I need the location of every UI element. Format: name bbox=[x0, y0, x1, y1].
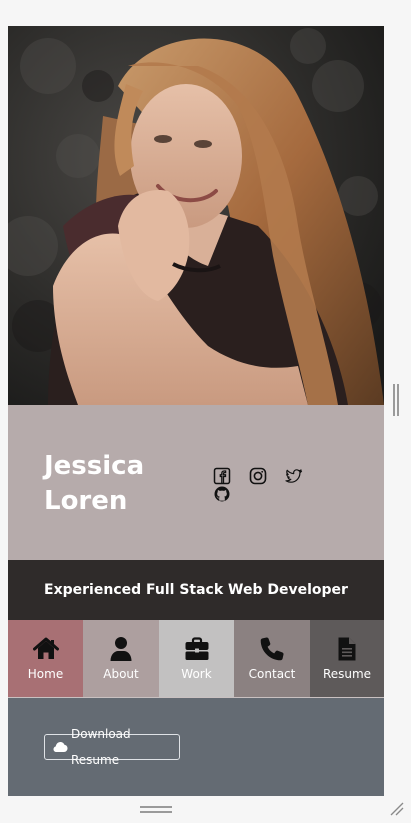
github-icon bbox=[214, 486, 230, 502]
facebook-icon bbox=[213, 467, 231, 485]
nav-item-about[interactable]: About bbox=[83, 620, 159, 697]
scrollbar-grip[interactable] bbox=[393, 384, 399, 416]
download-resume-button[interactable]: Download Resume bbox=[44, 727, 180, 767]
resume-section: Download Resume bbox=[8, 698, 384, 796]
first-name: Jessica bbox=[44, 451, 145, 481]
main-nav: Home About Work Contact Resume bbox=[8, 620, 384, 698]
resize-corner-icon[interactable] bbox=[388, 800, 404, 816]
instagram-icon bbox=[249, 467, 267, 485]
nav-label-home: Home bbox=[27, 667, 64, 681]
headline-text: Experienced Full Stack Web Developer bbox=[44, 582, 348, 598]
page-viewport: Jessica Loren Experienced Full Stack Web… bbox=[8, 26, 384, 796]
bottom-bar bbox=[0, 796, 411, 823]
nav-label-work: Work bbox=[181, 667, 212, 681]
download-resume-label: Download Resume bbox=[71, 727, 131, 767]
instagram-link[interactable] bbox=[249, 467, 267, 485]
home-icon bbox=[32, 636, 59, 662]
nav-item-work[interactable]: Work bbox=[159, 620, 234, 697]
facebook-link[interactable] bbox=[213, 467, 231, 485]
nav-label-contact: Contact bbox=[248, 667, 296, 681]
phone-icon bbox=[259, 636, 285, 662]
nav-item-resume[interactable]: Resume bbox=[310, 620, 384, 697]
document-icon bbox=[334, 636, 360, 662]
nav-item-home[interactable]: Home bbox=[8, 620, 83, 697]
twitter-icon bbox=[285, 469, 303, 483]
top-strip bbox=[0, 0, 411, 26]
nav-label-resume: Resume bbox=[322, 667, 372, 681]
profile-name: Jessica Loren bbox=[44, 449, 194, 519]
user-icon bbox=[108, 636, 134, 662]
cloud-icon bbox=[53, 741, 68, 753]
twitter-link[interactable] bbox=[285, 467, 303, 485]
profile-photo bbox=[8, 26, 384, 405]
browser-frame: Jessica Loren Experienced Full Stack Web… bbox=[0, 0, 411, 823]
nav-label-about: About bbox=[103, 667, 139, 681]
bottom-resize-grip[interactable] bbox=[140, 806, 172, 814]
name-panel: Jessica Loren bbox=[8, 405, 384, 560]
briefcase-icon bbox=[184, 636, 210, 662]
last-name: Loren bbox=[44, 486, 128, 516]
nav-item-contact[interactable]: Contact bbox=[234, 620, 310, 697]
github-link[interactable] bbox=[213, 485, 231, 503]
headline-bar: Experienced Full Stack Web Developer bbox=[8, 560, 384, 620]
